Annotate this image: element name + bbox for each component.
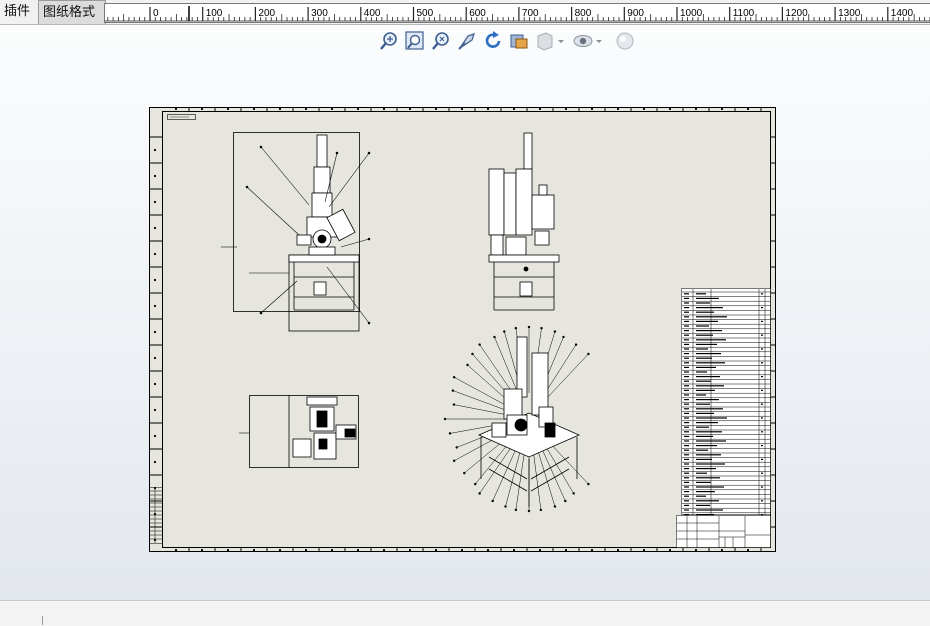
tab-bar: 插件 图纸格式 0 100 200 300 400 500 600 700 800 900 1000… <box>0 0 930 25</box>
ruler-label: 1100 <box>733 8 755 19</box>
ruler-label: 600 <box>469 8 486 19</box>
display-style-icon[interactable] <box>534 30 566 52</box>
ruler-label: 0 <box>153 8 159 19</box>
drawing-sheet[interactable] <box>149 107 776 552</box>
ruler-label: 300 <box>311 8 328 19</box>
hide-show-items-icon[interactable] <box>572 30 604 52</box>
ruler-label: 1300 <box>838 8 861 19</box>
ruler-label: 1000 <box>680 8 703 19</box>
rotate-icon[interactable] <box>482 30 504 52</box>
ruler-label: 800 <box>575 8 592 19</box>
ruler-label: 900 <box>627 8 644 19</box>
ruler-label: 200 <box>258 8 275 19</box>
title-block <box>676 515 771 548</box>
ruler-label: 1400 <box>891 8 914 19</box>
status-separator <box>42 616 43 625</box>
ruler-label: 700 <box>522 8 539 19</box>
zoom-to-area-icon[interactable] <box>404 30 426 52</box>
section-view-icon[interactable] <box>508 30 530 52</box>
tab-sheet-format[interactable]: 图纸格式 <box>38 0 106 24</box>
zoom-to-fit-icon[interactable] <box>378 30 400 52</box>
bom-table <box>681 288 771 516</box>
ruler-label: 1200 <box>785 8 808 19</box>
ruler-label: 500 <box>417 8 434 19</box>
pan-icon[interactable] <box>456 30 478 52</box>
horizontal-ruler: 0 100 200 300 400 500 600 700 800 900 1000 1100 1200… <box>104 3 930 23</box>
apply-scene-icon[interactable] <box>614 30 636 52</box>
zoom-in-out-icon[interactable] <box>430 30 452 52</box>
status-bar <box>0 600 930 626</box>
ruler-label: 100 <box>206 8 223 19</box>
ruler-label: 400 <box>364 8 381 19</box>
tab-plugins[interactable]: 插件 <box>0 0 36 23</box>
